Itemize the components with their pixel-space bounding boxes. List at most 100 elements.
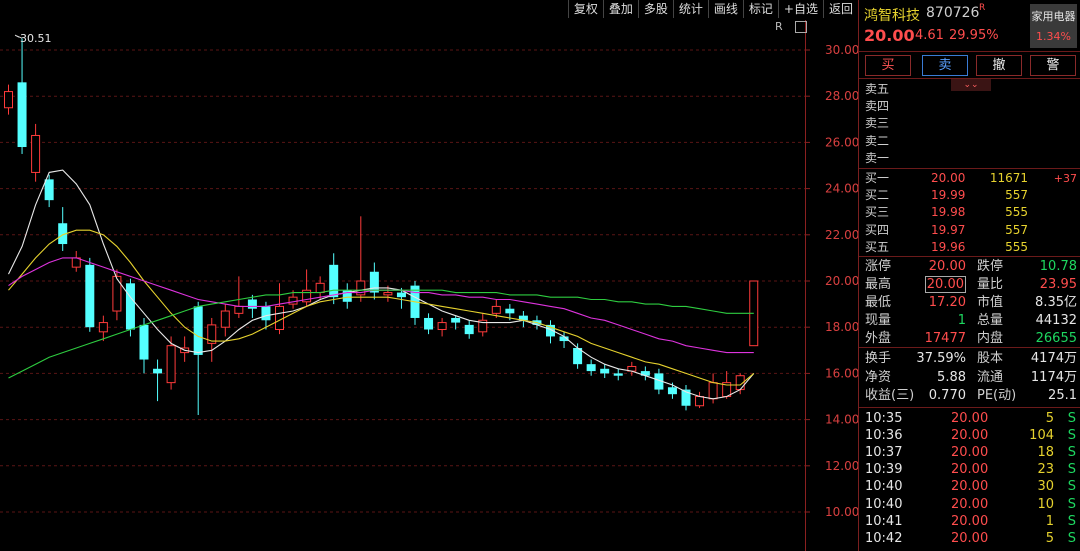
- bid-diff: +37: [1053, 172, 1077, 185]
- tick-row[interactable]: 10:39 20.00 23 S: [859, 461, 1080, 478]
- toolbar-item[interactable]: 叠加: [602, 0, 638, 18]
- max-price-label: 30.51: [20, 32, 52, 45]
- bid-volume: 555: [1005, 239, 1028, 254]
- ask-row[interactable]: 卖一: [859, 150, 1080, 167]
- tick-row[interactable]: 10:42 20.00 5 S: [859, 530, 1080, 547]
- tick-price: 20.00: [951, 530, 989, 546]
- ask-row[interactable]: 卖五: [859, 81, 1080, 98]
- bid-label: 买三: [865, 205, 890, 220]
- stat-value: 0.770: [928, 388, 966, 403]
- kline-chart[interactable]: 30.00 28.00 26.00 24.00 22.00 20.00 18.00 16.00…: [0, 0, 858, 551]
- candle-body: [17, 82, 27, 148]
- candle-body: [383, 292, 393, 296]
- tick-side: S: [1067, 479, 1076, 495]
- sector-name: 家用电器: [1031, 10, 1076, 23]
- candle-body: [600, 368, 610, 374]
- tick-row[interactable]: 10:35 20.00 5 S: [859, 410, 1080, 427]
- y-tick-label: 12.00: [825, 459, 858, 473]
- candle-body: [505, 308, 515, 314]
- price-change: 4.61: [915, 28, 944, 43]
- toolbar-item[interactable]: 画线: [707, 0, 743, 18]
- ask-row[interactable]: 卖三: [859, 115, 1080, 132]
- toolbar-item[interactable]: 复权: [567, 0, 603, 18]
- stat-label: 流通: [977, 369, 1004, 385]
- bid-volume: 11671: [989, 171, 1028, 185]
- tick-row[interactable]: 10:41 20.00 1 S: [859, 513, 1080, 530]
- candle-body: [613, 373, 623, 376]
- tick-row[interactable]: 10:37 20.00 18 S: [859, 444, 1080, 461]
- stat-row: 换手 37.59% 股本 4174万: [859, 350, 1080, 367]
- tick-volume: 5: [1045, 411, 1054, 426]
- bid-row[interactable]: 买一 20.00 11671 +37: [859, 170, 1080, 187]
- tick-row[interactable]: 10:40 20.00 30 S: [859, 478, 1080, 495]
- maximize-icon[interactable]: [795, 21, 807, 33]
- bid-label: 买二: [865, 188, 890, 203]
- y-tick-label: 24.00: [825, 182, 858, 196]
- stat-row: 现量 1 总量 44132: [859, 312, 1080, 329]
- toolbar-item[interactable]: 返回: [822, 0, 858, 18]
- stat-value: 26655: [1035, 331, 1077, 346]
- candle-body: [437, 322, 447, 331]
- stat-value: 25.1: [1048, 388, 1077, 403]
- tick-price: 20.00: [951, 513, 989, 529]
- bid-row[interactable]: 买二 19.99 557: [859, 187, 1080, 204]
- tick-volume: 10: [1037, 496, 1054, 512]
- bid-volume: 557: [1005, 222, 1028, 237]
- sell-button[interactable]: 卖: [922, 55, 968, 76]
- bid-volume: 557: [1005, 188, 1028, 203]
- candle-body: [31, 134, 41, 173]
- tick-volume: 23: [1037, 462, 1054, 478]
- stat-value: 17477: [924, 331, 966, 346]
- buy-button[interactable]: 买: [865, 55, 911, 76]
- tick-side: S: [1067, 462, 1076, 478]
- bid-row[interactable]: 买五 19.96 555: [859, 239, 1080, 256]
- stat-value: 8.35亿: [1035, 295, 1077, 310]
- candle-body: [491, 305, 501, 314]
- y-tick-label: 14.00: [825, 413, 858, 427]
- stat-label: 股本: [977, 351, 1004, 366]
- tick-volume: 1: [1045, 513, 1054, 529]
- bid-row[interactable]: 买三 19.98 555: [859, 204, 1080, 221]
- tick-row[interactable]: 10:36 20.00 104 S: [859, 427, 1080, 444]
- y-tick-label: 18.00: [825, 320, 858, 334]
- tick-price: 20.00: [951, 445, 989, 461]
- bid-row[interactable]: 买四 19.97 557: [859, 222, 1080, 239]
- restore-label[interactable]: R: [775, 20, 783, 33]
- stat-label: 跌停: [977, 259, 1004, 274]
- y-tick-label: 30.00: [825, 43, 858, 57]
- ask-row[interactable]: 卖二: [859, 133, 1080, 150]
- sector-badge[interactable]: 家用电器 1.34%: [1030, 4, 1077, 48]
- bid-label: 买一: [865, 171, 890, 185]
- bid-volume: 555: [1005, 205, 1028, 220]
- toolbar-item[interactable]: 标记: [742, 0, 778, 18]
- tick-side: S: [1067, 445, 1076, 461]
- candle-body: [464, 324, 474, 335]
- toolbar-item[interactable]: 多股: [637, 0, 673, 18]
- tick-volume: 30: [1037, 479, 1054, 495]
- tick-row[interactable]: 10:40 20.00 10 S: [859, 496, 1080, 513]
- toolbar-item[interactable]: +自选: [777, 0, 823, 18]
- cancel-order-button[interactable]: 撤: [976, 55, 1022, 76]
- sector-pct: 1.34%: [1036, 30, 1071, 43]
- ask-label: 卖五: [865, 82, 890, 96]
- toolbar-item[interactable]: 统计: [672, 0, 708, 18]
- tick-volume: 18: [1037, 445, 1054, 461]
- bid-price: 20.00: [931, 171, 966, 185]
- stat-value: 1174万: [1030, 369, 1077, 385]
- candle-body: [275, 305, 284, 331]
- stat-value: 20.00: [924, 276, 966, 293]
- alert-button[interactable]: 警: [1030, 55, 1076, 76]
- candle-body: [261, 306, 271, 321]
- stat-value: 37.59%: [916, 351, 966, 366]
- chart-toolbar: 复权 叠加 多股 统计 画线 标记 +自选 返回: [0, 0, 858, 18]
- stat-value: 4174万: [1030, 351, 1077, 366]
- ask-row[interactable]: 卖四: [859, 98, 1080, 115]
- bid-label: 买五: [865, 239, 890, 254]
- tick-price: 20.00: [951, 462, 989, 478]
- candle-body: [112, 275, 122, 312]
- ask-label: 卖一: [865, 150, 890, 165]
- stat-label: 最高: [865, 277, 892, 292]
- stat-row: 外盘 17477 内盘 26655: [859, 330, 1080, 347]
- stat-label: 外盘: [865, 331, 892, 346]
- ask-label: 卖二: [865, 133, 890, 148]
